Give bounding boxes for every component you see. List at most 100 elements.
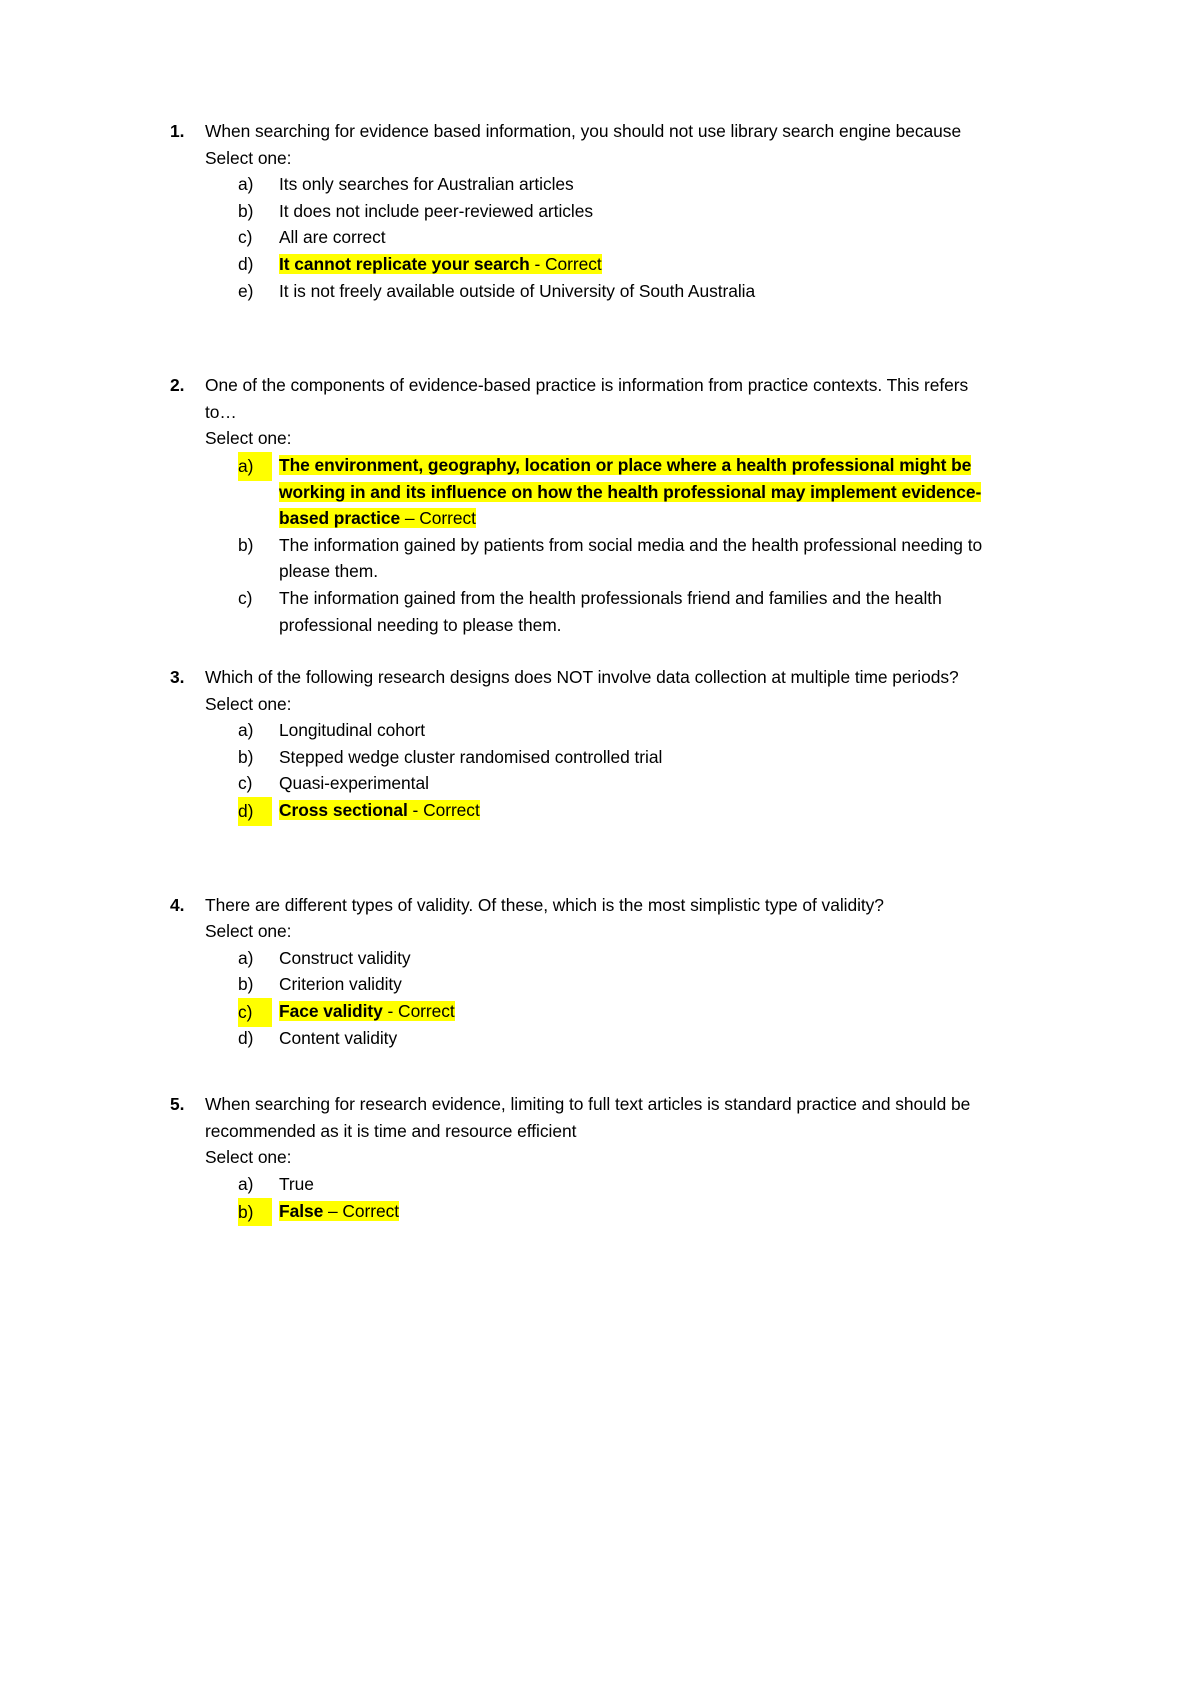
select-one-label: Select one: [205,147,292,168]
question-block: 4. There are different types of validity.… [163,892,985,1052]
question-number: 2. [170,375,185,396]
option-text: Content validity [279,1027,398,1048]
highlight-marker: Cross sectional - Correct [279,800,480,821]
answer-option[interactable]: a) True [205,1171,985,1198]
correct-suffix: – Correct [400,508,476,529]
option-text: The information gained from the health p… [279,587,942,635]
option-text: The information gained by patients from … [279,534,983,582]
question-number: 1. [170,121,185,141]
answer-options: a) Its only searches for Australian artic… [163,171,985,304]
option-text: Longitudinal cohort [279,720,426,741]
option-marker: d) [238,797,272,826]
option-text-correct: Face validity - Correct [279,1001,455,1022]
option-marker: c) [238,773,253,794]
question-text: There are different types of validity. O… [205,894,884,915]
answer-option[interactable]: a) Construct validity [205,945,985,972]
option-text: Its only searches for Australian article… [279,174,574,195]
option-text: It does not include peer-reviewed articl… [279,200,593,221]
correct-suffix: – Correct [323,1200,400,1221]
answer-option[interactable]: c) The information gained from the health… [205,585,985,638]
question-number: 4. [170,894,185,915]
quiz-question-list: 1. When searching for evidence based info… [163,118,985,1227]
answer-options: a) The environment, geography, location o… [163,451,985,638]
question-block: 1. When searching for evidence based info… [163,118,985,304]
question-header: 2. One of the components of evidence-base… [163,372,985,425]
option-text-correct: The environment, geography, location or … [279,454,981,529]
correct-suffix: - Correct [382,1001,455,1022]
answer-option[interactable]: e) It is not freely available outside of … [205,278,985,305]
answer-option[interactable]: b) It does not include peer-reviewed arti… [205,198,985,225]
option-text: All are correct [279,227,386,248]
question-text: When searching for evidence based inform… [205,121,962,141]
option-marker: a) [238,451,272,481]
highlight-marker: It cannot replicate your search - Correc… [279,253,602,274]
option-marker: a) [238,947,254,968]
option-marker: c) [238,998,272,1027]
question-header: 4. There are different types of validity.… [163,892,985,919]
answer-options: a) Construct validity b) Criterion validity… [163,945,985,1051]
answer-option[interactable]: d) It cannot replicate your search - Corr… [205,251,985,278]
question-header: 1. When searching for evidence based info… [163,118,985,145]
question-number: 3. [170,667,185,688]
question-number: 5. [170,1094,185,1115]
question-text: One of the components of evidence-based … [205,375,969,422]
correct-suffix: - Correct [529,253,602,274]
answer-option[interactable]: a) The environment, geography, location o… [205,451,985,532]
answer-body: False [279,1200,324,1221]
answer-option[interactable]: a) Longitudinal cohort [205,717,985,744]
select-one-label: Select one: [205,693,292,714]
answer-option[interactable]: d) Cross sectional - Correct [205,797,985,826]
answer-options: a) Longitudinal cohort b) Stepped wedge clu… [163,717,985,826]
option-text-correct: Cross sectional - Correct [279,800,480,821]
question-block: 2. One of the components of evidence-base… [163,372,985,638]
answer-options: a) True b) False – Correct [163,1171,985,1227]
answer-body: Cross sectional [279,800,408,821]
highlight-marker: The environment, geography, location or … [279,454,981,529]
select-one-label: Select one: [205,428,292,449]
option-text: True [279,1174,314,1194]
answer-option[interactable]: a) Its only searches for Australian artic… [205,171,985,198]
answer-body: Face validity [279,1001,383,1022]
answer-option[interactable]: b) Stepped wedge cluster randomised contr… [205,744,985,771]
option-marker: c) [238,227,253,248]
option-marker: d) [238,253,254,274]
option-marker: e) [238,280,254,301]
question-block: 3. Which of the following research design… [163,664,985,826]
answer-option[interactable]: b) False – Correct [205,1197,985,1227]
option-text: Quasi-experimental [279,773,429,794]
option-marker: d) [238,1027,254,1048]
option-text-correct: False – Correct [279,1200,400,1221]
option-marker: b) [238,534,254,555]
option-marker: a) [238,174,254,195]
option-marker: b) [238,1197,272,1227]
answer-option[interactable]: b) Criterion validity [205,971,985,998]
option-text: Stepped wedge cluster randomised control… [279,746,663,767]
option-marker: c) [238,587,253,608]
answer-option[interactable]: c) Quasi-experimental [205,770,985,797]
question-text: When searching for research evidence, li… [205,1094,971,1141]
option-marker: a) [238,1174,254,1194]
select-one-label: Select one: [205,1147,292,1168]
answer-option[interactable]: c) Face validity - Correct [205,998,985,1027]
option-marker: a) [238,720,254,741]
select-one-label: Select one: [205,921,292,942]
question-text: Which of the following research designs … [205,667,959,688]
answer-option[interactable]: c) All are correct [205,224,985,251]
document-page: 1. When searching for evidence based info… [0,0,1200,1698]
answer-option[interactable]: b) The information gained by patients fro… [205,532,985,585]
option-text: Construct validity [279,947,411,968]
question-header: 3. Which of the following research design… [163,664,985,691]
option-marker: b) [238,200,254,221]
option-text: It is not freely available outside of Un… [279,280,756,301]
answer-option[interactable]: d) Content validity [205,1025,985,1052]
option-text-correct: It cannot replicate your search - Correc… [279,253,602,274]
highlight-marker: Face validity - Correct [279,1001,455,1022]
answer-body: It cannot replicate your search [279,253,530,274]
question-block: 5. When searching for research evidence, … [163,1091,985,1227]
question-header: 5. When searching for research evidence, … [163,1091,985,1144]
highlight-marker: False – Correct [279,1200,400,1221]
